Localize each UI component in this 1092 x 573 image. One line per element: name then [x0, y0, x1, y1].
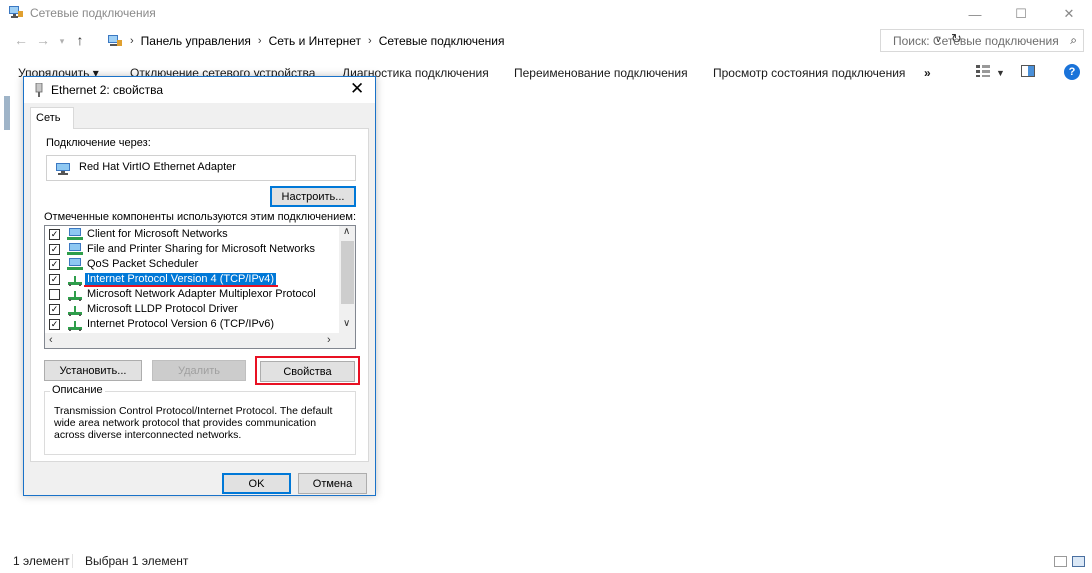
properties-button[interactable]: Свойства	[260, 361, 355, 382]
dialog-title: Ethernet 2: свойства	[51, 83, 164, 97]
search-icon[interactable]: ⌕	[1070, 33, 1077, 48]
list-item[interactable]: ✓ Internet Protocol Version 6 (TCP/IPv6)	[45, 317, 339, 332]
components-label: Отмеченные компоненты используются этим …	[44, 211, 357, 223]
cancel-button[interactable]: Отмена	[298, 473, 367, 494]
connection-item-icon[interactable]	[4, 96, 10, 130]
view-status-command[interactable]: Просмотр состояния подключения	[713, 66, 905, 80]
connect-using-label: Подключение через:	[46, 137, 151, 149]
network-service-icon	[67, 258, 83, 270]
window-title: Сетевые подключения	[30, 6, 156, 20]
horizontal-scrollbar[interactable]: ‹ ›	[45, 333, 355, 348]
dialog-close-icon[interactable]: ✕	[350, 79, 364, 99]
adapter-field: Red Hat VirtIO Ethernet Adapter	[46, 155, 356, 181]
ethernet-adapter-icon	[35, 83, 43, 97]
tab-network[interactable]: Сеть	[30, 107, 74, 129]
network-service-icon	[67, 243, 83, 255]
component-checkbox[interactable]	[49, 289, 60, 300]
components-list[interactable]: ✓ Client for Microsoft Networks ✓ File a…	[44, 225, 356, 349]
component-checkbox[interactable]: ✓	[49, 319, 60, 330]
list-item[interactable]: ✓ QoS Packet Scheduler	[45, 257, 339, 272]
window-titlebar: Сетевые подключения — ☐ ✕	[0, 0, 1092, 28]
component-checkbox[interactable]: ✓	[49, 229, 60, 240]
selected-count: Выбран 1 элемент	[85, 554, 189, 568]
chevron-right-icon[interactable]: ›	[368, 35, 372, 47]
list-item[interactable]: ✓ Client for Microsoft Networks	[45, 227, 339, 242]
breadcrumb-network-internet[interactable]: Сеть и Интернет	[269, 34, 361, 48]
list-item[interactable]: ✓ Microsoft LLDP Protocol Driver	[45, 302, 339, 317]
scroll-up-icon[interactable]: ∧	[343, 226, 350, 237]
view-options-chevron-icon[interactable]: ▼	[996, 68, 1005, 78]
status-bar: 1 элемент Выбран 1 элемент	[0, 550, 1092, 573]
address-row: ← → ▾ ↑ › Панель управления › Сеть и Инт…	[0, 28, 1092, 54]
component-checkbox[interactable]: ✓	[49, 244, 60, 255]
ok-button[interactable]: OK	[222, 473, 291, 494]
details-view-icon[interactable]	[1054, 556, 1067, 567]
configure-button[interactable]: Настроить...	[270, 186, 356, 207]
preview-pane-icon[interactable]	[1021, 65, 1035, 77]
component-label: Internet Protocol Version 6 (TCP/IPv6)	[87, 318, 275, 330]
search-input[interactable]: Поиск: Сетевые подключения ⌕	[880, 29, 1084, 52]
scroll-right-icon[interactable]: ›	[327, 334, 331, 346]
protocol-icon	[68, 321, 82, 331]
rename-connection-command[interactable]: Переименование подключения	[514, 66, 688, 80]
breadcrumb-control-panel[interactable]: Панель управления	[141, 34, 251, 48]
protocol-icon	[68, 306, 82, 316]
recent-locations-chevron-icon[interactable]: ▾	[53, 36, 71, 47]
remove-button: Удалить	[152, 360, 246, 381]
list-item[interactable]: ✓ File and Printer Sharing for Microsoft…	[45, 242, 339, 257]
component-label: Microsoft LLDP Protocol Driver	[87, 303, 238, 315]
network-adapter-icon	[56, 163, 70, 175]
chevron-right-icon[interactable]: ›	[258, 35, 262, 47]
change-view-icon[interactable]	[976, 65, 990, 77]
more-commands-button[interactable]: »	[924, 66, 931, 80]
forward-arrow-icon[interactable]: →	[34, 32, 52, 48]
component-checkbox[interactable]: ✓	[49, 259, 60, 270]
component-label: Microsoft Network Adapter Multiplexor Pr…	[87, 288, 316, 300]
vertical-scrollbar[interactable]: ∧ ∨	[339, 226, 355, 333]
network-connections-icon	[9, 6, 23, 18]
minimize-button[interactable]: —	[952, 0, 998, 28]
protocol-icon	[68, 291, 82, 301]
install-button[interactable]: Установить...	[44, 360, 142, 381]
item-count: 1 элемент	[13, 554, 70, 568]
scroll-down-icon[interactable]: ∨	[343, 318, 350, 329]
scroll-thumb[interactable]	[341, 241, 354, 304]
ethernet-properties-dialog: Ethernet 2: свойства ✕ Сеть Подключение …	[23, 76, 376, 496]
component-label-selected: Internet Protocol Version 4 (TCP/IPv4)	[85, 273, 277, 285]
adapter-name: Red Hat VirtIO Ethernet Adapter	[79, 161, 236, 173]
network-client-icon	[67, 228, 83, 240]
breadcrumb-network-connections[interactable]: Сетевые подключения	[379, 34, 505, 48]
list-item[interactable]: Microsoft Network Adapter Multiplexor Pr…	[45, 287, 339, 302]
search-placeholder: Поиск: Сетевые подключения	[893, 33, 1059, 48]
help-icon[interactable]: ?	[1064, 64, 1080, 80]
component-checkbox[interactable]: ✓	[49, 304, 60, 315]
back-arrow-icon[interactable]: ←	[12, 32, 30, 48]
dialog-titlebar: Ethernet 2: свойства ✕	[24, 77, 375, 103]
description-group: Описание Transmission Control Protocol/I…	[44, 384, 356, 455]
status-divider	[72, 554, 73, 568]
component-label: File and Printer Sharing for Microsoft N…	[87, 243, 316, 255]
component-checkbox[interactable]: ✓	[49, 274, 60, 285]
up-arrow-icon[interactable]: ↑	[71, 32, 89, 48]
protocol-icon	[68, 276, 82, 286]
component-label: QoS Packet Scheduler	[87, 258, 199, 270]
address-bar[interactable]: › Панель управления › Сеть и Интернет › …	[92, 30, 962, 52]
description-title: Описание	[50, 384, 105, 396]
close-window-button[interactable]: ✕	[1046, 0, 1092, 28]
control-panel-icon	[108, 35, 122, 46]
network-tab-panel: Подключение через: Red Hat VirtIO Ethern…	[30, 128, 369, 462]
description-text: Transmission Control Protocol/Internet P…	[54, 405, 333, 441]
scroll-left-icon[interactable]: ‹	[49, 334, 53, 346]
large-icons-view-icon[interactable]	[1072, 556, 1085, 567]
component-label: Client for Microsoft Networks	[87, 228, 228, 240]
maximize-button[interactable]: ☐	[998, 0, 1044, 28]
chevron-right-icon[interactable]: ›	[130, 35, 134, 47]
